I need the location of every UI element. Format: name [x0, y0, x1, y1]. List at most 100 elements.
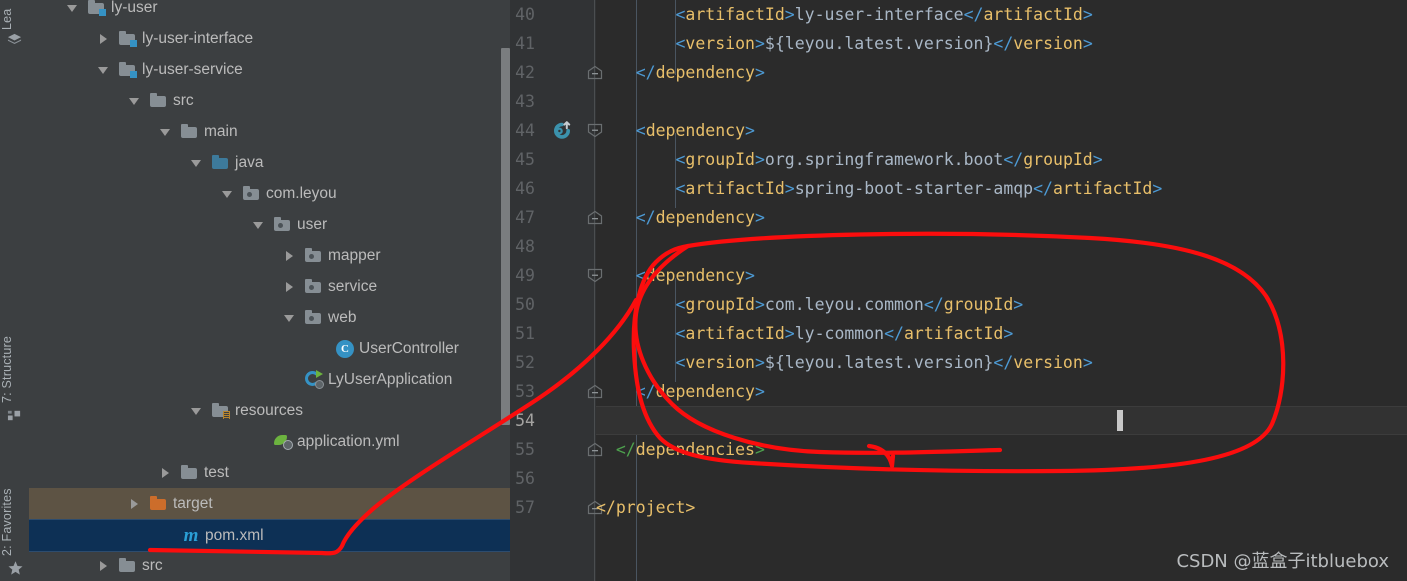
code-token: > [754, 34, 765, 53]
no-chevron [315, 343, 327, 355]
package-icon [305, 310, 322, 325]
chevron-down-icon[interactable] [284, 312, 296, 324]
code-token: groupId [943, 295, 1014, 314]
maven-reimport-icon[interactable] [551, 120, 573, 142]
chevron-down-icon[interactable] [222, 188, 234, 200]
tree-node-pom-xml[interactable]: m pom.xml [29, 519, 510, 552]
code-line[interactable]: <version>${leyou.latest.version}</versio… [596, 348, 1092, 377]
code-line[interactable]: <version>${leyou.latest.version}</versio… [596, 29, 1092, 58]
line-number: 45 [515, 150, 535, 169]
code-line[interactable]: <artifactId>spring-boot-starter-amqp</ar… [596, 174, 1162, 203]
code-token: </ [963, 5, 984, 24]
chevron-right-icon[interactable] [284, 281, 296, 293]
text-caret [1117, 410, 1123, 431]
tree-node-user[interactable]: user [29, 209, 510, 240]
structure-icon[interactable] [7, 408, 22, 423]
tool-tab-learn[interactable]: Lea [0, 2, 29, 30]
folder-icon [119, 558, 136, 573]
code-line[interactable]: </dependency> [596, 203, 765, 232]
tree-node-java[interactable]: java [29, 147, 510, 178]
tree-node-src[interactable]: src [29, 550, 510, 581]
code-token: ly-common [794, 324, 885, 343]
code-token: artifactId [685, 324, 785, 343]
line-number: 52 [515, 353, 535, 372]
tree-node-label: main [204, 122, 238, 140]
tree-node-main[interactable]: main [29, 116, 510, 147]
code-token: > [1013, 295, 1024, 314]
chevron-down-icon[interactable] [253, 219, 265, 231]
chevron-down-icon[interactable] [191, 157, 203, 169]
code-token: </ [596, 498, 616, 517]
tree-node-label: service [328, 277, 378, 295]
code-line[interactable]: <artifactId>ly-common</artifactId> [596, 319, 1013, 348]
chevron-down-icon[interactable] [98, 64, 110, 76]
code-line[interactable]: <groupId>com.leyou.common</groupId> [596, 290, 1023, 319]
code-editor[interactable]: 40 41 42 43 44 45 46 47 48 49 50 51 52 53 54 55 56 57 <ar… [510, 0, 1407, 581]
line-number: 54 [515, 411, 535, 430]
tree-node-web[interactable]: web [29, 302, 510, 333]
java-class-icon: C [336, 339, 354, 358]
chevron-right-icon[interactable] [284, 250, 296, 262]
tree-node-test[interactable]: test [29, 457, 510, 488]
tree-node-ly-user-interface[interactable]: ly-user-interface [29, 23, 510, 54]
line-number: 43 [515, 92, 535, 111]
tree-node-usercontroller[interactable]: C UserController [29, 333, 510, 364]
current-line-highlight [596, 406, 1407, 435]
chevron-down-icon[interactable] [67, 2, 79, 14]
editor-gutter[interactable]: 40 41 42 43 44 45 46 47 48 49 50 51 52 53 54 55 56 57 [510, 0, 603, 581]
code-line[interactable]: <groupId>org.springframework.boot</group… [596, 145, 1102, 174]
package-icon [243, 186, 260, 201]
tool-tab-favorites[interactable]: 2: Favorites [0, 438, 29, 556]
chevron-down-icon[interactable] [160, 126, 172, 138]
chevron-right-icon[interactable] [98, 33, 110, 45]
code-token: </ [884, 324, 904, 343]
line-number: 50 [515, 295, 535, 314]
tree-node-src[interactable]: src [29, 85, 510, 116]
tree-node-target[interactable]: target [29, 488, 510, 519]
fold-guide-line [594, 0, 595, 581]
code-token: artifactId [685, 5, 785, 24]
tree-node-com-leyou[interactable]: com.leyou [29, 178, 510, 209]
tree-node-label: test [204, 463, 229, 481]
tree-node-service[interactable]: service [29, 271, 510, 302]
code-token: > [754, 382, 765, 401]
chevron-right-icon[interactable] [98, 560, 110, 572]
code-token: > [754, 440, 765, 459]
tree-node-lyuserapplication[interactable]: LyUserApplication [29, 364, 510, 395]
module-folder-icon [119, 62, 137, 78]
tree-node-ly-user-service[interactable]: ly-user-service [29, 54, 510, 85]
code-line[interactable]: </project> [596, 493, 695, 522]
line-number: 49 [515, 266, 535, 285]
code-line[interactable]: <artifactId>ly-user-interface</artifactI… [596, 0, 1092, 29]
code-line[interactable]: <dependency> [596, 116, 755, 145]
tree-node-mapper[interactable]: mapper [29, 240, 510, 271]
chevron-right-icon[interactable] [160, 467, 172, 479]
code-line[interactable]: </dependency> [596, 377, 765, 406]
code-line[interactable]: </dependency> [596, 58, 765, 87]
tool-tab-structure[interactable]: 7: Structure [0, 283, 29, 403]
tree-node-application-yml[interactable]: application.yml [29, 426, 510, 457]
code-token: > [754, 353, 765, 372]
star-icon[interactable] [7, 560, 24, 577]
tree-node-ly-user[interactable]: ly-user [29, 0, 510, 23]
tree-node-resources[interactable]: resources [29, 395, 510, 426]
project-tool-window[interactable]: ly-user ly-user-interface ly-user-service s… [29, 0, 510, 581]
chevron-right-icon[interactable] [129, 498, 141, 510]
line-number: 48 [515, 237, 535, 256]
code-token: </ [1033, 179, 1053, 198]
tree-node-label: ly-user-interface [142, 29, 254, 47]
tree-node-label: ly-user-service [142, 60, 243, 78]
chevron-down-icon[interactable] [129, 95, 141, 107]
chevron-down-icon[interactable] [191, 405, 203, 417]
code-token: > [784, 179, 795, 198]
code-line[interactable]: <dependency> [596, 261, 755, 290]
code-line[interactable]: </dependencies> [596, 435, 765, 464]
learn-icon[interactable] [7, 32, 22, 47]
